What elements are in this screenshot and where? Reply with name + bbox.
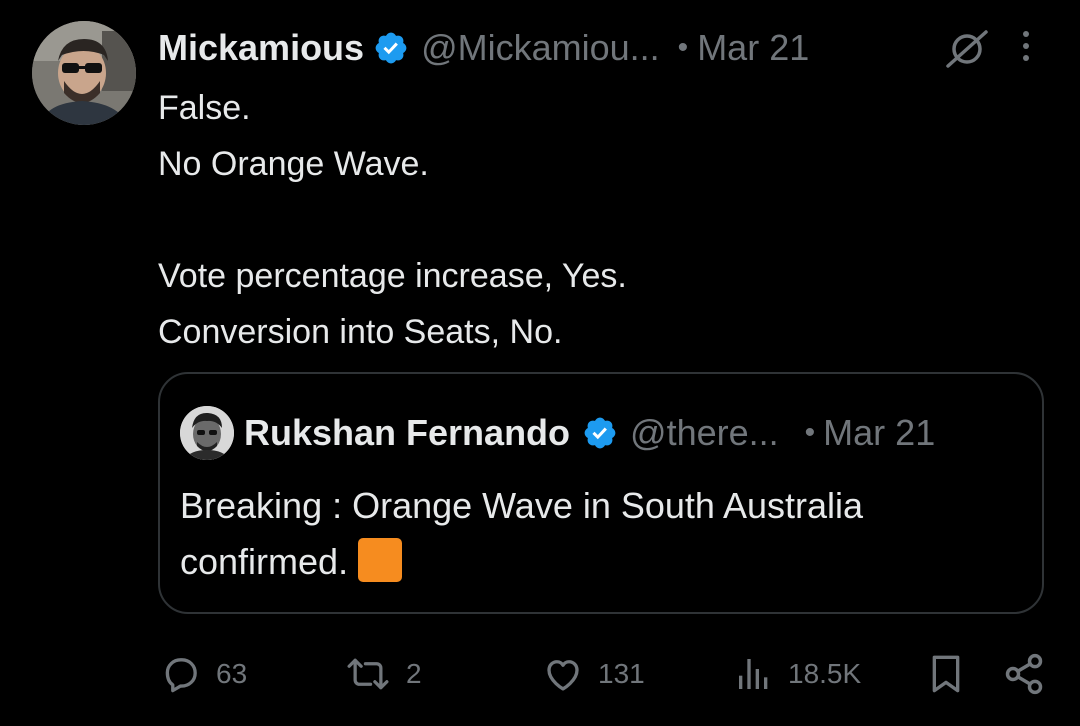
- author-name[interactable]: Mickamious: [158, 27, 364, 69]
- view-count: 18.5K: [788, 658, 862, 689]
- verified-badge-icon[interactable]: [582, 415, 618, 451]
- tweet: Mickamious @Mickamiou... • Mar 21 False.…: [0, 0, 1080, 726]
- quoted-tweet-date[interactable]: Mar 21: [823, 412, 935, 454]
- repost-count: 2: [406, 658, 422, 689]
- quoted-author-name[interactable]: Rukshan Fernando: [244, 412, 570, 454]
- tweet-line: No Orange Wave.: [158, 145, 429, 183]
- tweet-line: [158, 192, 627, 248]
- bookmark-icon: [932, 655, 960, 693]
- tweet-date[interactable]: Mar 21: [697, 27, 809, 69]
- tweet-line: False.: [158, 89, 251, 127]
- tweet-line: Conversion into Seats, No.: [158, 313, 563, 351]
- separator-dot: •: [804, 416, 816, 449]
- views-button[interactable]: 18.5K: [734, 646, 861, 702]
- heart-icon: [547, 660, 579, 691]
- tweet-body: False. No Orange Wave. Vote percentage i…: [158, 80, 627, 360]
- quoted-tweet-line-text: confirmed.: [180, 541, 349, 582]
- quoted-author-handle[interactable]: @there...: [630, 412, 779, 454]
- like-count: 131: [598, 658, 645, 689]
- share-icon: [1005, 653, 1043, 695]
- tweet-line: Vote percentage increase, Yes.: [158, 257, 627, 295]
- verified-badge-icon[interactable]: [373, 30, 409, 66]
- quoted-tweet-body: Breaking : Orange Wave in South Australi…: [180, 478, 863, 590]
- quoted-author-avatar[interactable]: [180, 406, 234, 460]
- quoted-tweet-line: Breaking : Orange Wave in South Australi…: [180, 485, 864, 526]
- avatar-photo-icon: [32, 21, 136, 125]
- tweet-header: Mickamious @Mickamiou... • Mar 21: [158, 24, 809, 72]
- quoted-tweet-header: Rukshan Fernando @there... • Mar 21: [244, 408, 935, 458]
- repost-icon: [347, 658, 389, 690]
- like-button[interactable]: 131: [542, 646, 645, 702]
- share-button[interactable]: [1002, 646, 1046, 702]
- analytics-icon: [739, 659, 768, 689]
- author-handle[interactable]: @Mickamiou...: [421, 27, 660, 69]
- reply-icon: [165, 658, 197, 693]
- quoted-avatar-photo-icon: [180, 406, 234, 460]
- bookmark-button[interactable]: [926, 646, 966, 702]
- action-bar: 63 2 131 18.5K: [0, 646, 1080, 702]
- repost-button[interactable]: 2: [344, 646, 422, 702]
- grok-icon[interactable]: [942, 28, 992, 70]
- separator-dot: •: [677, 31, 689, 64]
- quoted-tweet-line-2: confirmed.: [180, 534, 863, 590]
- author-avatar[interactable]: [32, 21, 136, 125]
- more-options-icon[interactable]: [1014, 28, 1038, 64]
- reply-button[interactable]: 63: [160, 646, 247, 702]
- orange-square-emoji: [358, 538, 403, 582]
- quoted-tweet[interactable]: Rukshan Fernando @there... • Mar 21 Brea…: [158, 372, 1044, 614]
- reply-count: 63: [216, 658, 248, 689]
